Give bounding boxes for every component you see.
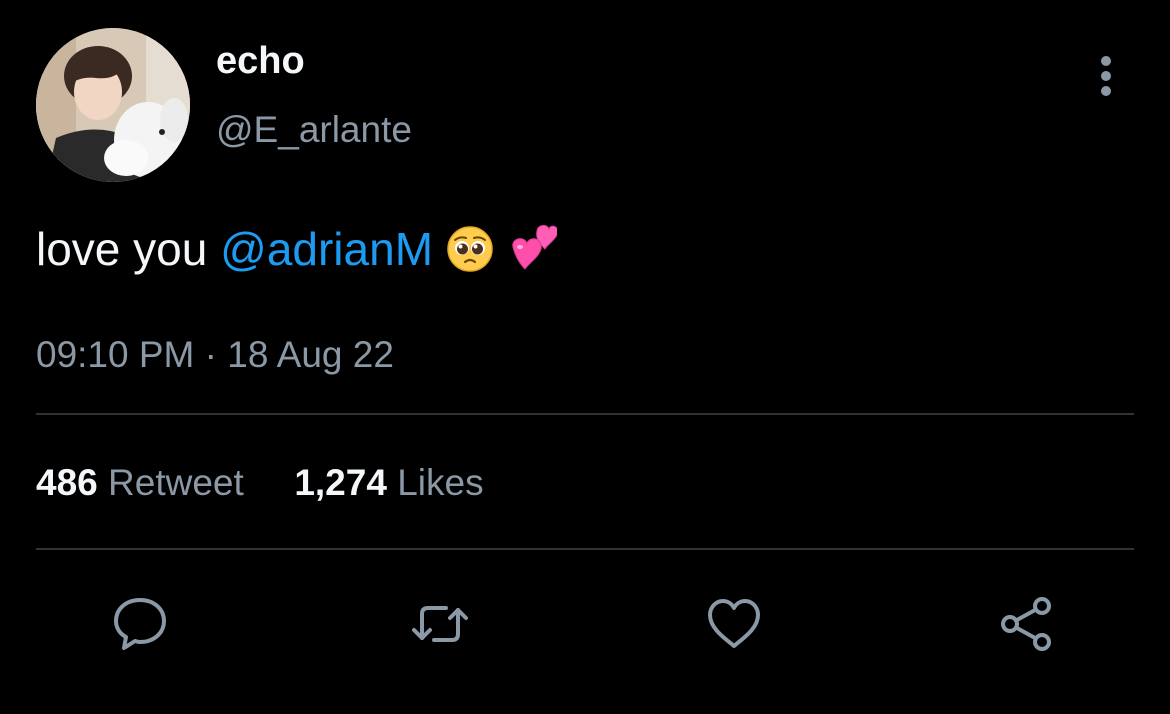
like-button[interactable] bbox=[702, 592, 766, 656]
avatar[interactable] bbox=[36, 28, 190, 182]
share-nodes-icon bbox=[1001, 597, 1051, 651]
divider bbox=[36, 548, 1134, 550]
like-count: 1,274 bbox=[294, 462, 387, 503]
like-label: Likes bbox=[397, 462, 484, 503]
reply-button[interactable] bbox=[108, 592, 172, 656]
heart-icon bbox=[708, 599, 760, 648]
timestamp-separator: · bbox=[204, 334, 217, 375]
share-button[interactable] bbox=[996, 592, 1060, 656]
mention-link[interactable]: @adrianM bbox=[220, 223, 433, 275]
divider bbox=[36, 413, 1134, 415]
two-hearts-emoji-icon bbox=[511, 224, 557, 270]
tweet-text: love you @adrianM bbox=[36, 220, 557, 278]
speech-bubble-icon bbox=[114, 598, 166, 650]
tweet-body-text: love you bbox=[36, 223, 221, 275]
retweet-count: 486 bbox=[36, 462, 98, 503]
tweet-timestamp[interactable]: 09:10 PM · 18 Aug 22 bbox=[36, 332, 394, 378]
tweet-date: 18 Aug 22 bbox=[227, 334, 394, 375]
retweet-arrows-icon bbox=[412, 606, 468, 642]
user-handle[interactable]: @E_arlante bbox=[216, 107, 412, 153]
more-options-icon[interactable] bbox=[1094, 56, 1120, 96]
like-stat[interactable]: 1,274 Likes bbox=[294, 462, 483, 503]
tweet-time: 09:10 PM bbox=[36, 334, 195, 375]
retweet-stat[interactable]: 486 Retweet bbox=[36, 462, 254, 503]
retweet-button[interactable] bbox=[408, 592, 472, 656]
avatar-photo bbox=[36, 28, 190, 182]
display-name[interactable]: echo bbox=[216, 38, 305, 84]
retweet-label: Retweet bbox=[108, 462, 244, 503]
pleading-face-emoji-icon bbox=[447, 226, 493, 272]
tweet-stats: 486 Retweet 1,274 Likes bbox=[36, 460, 484, 506]
